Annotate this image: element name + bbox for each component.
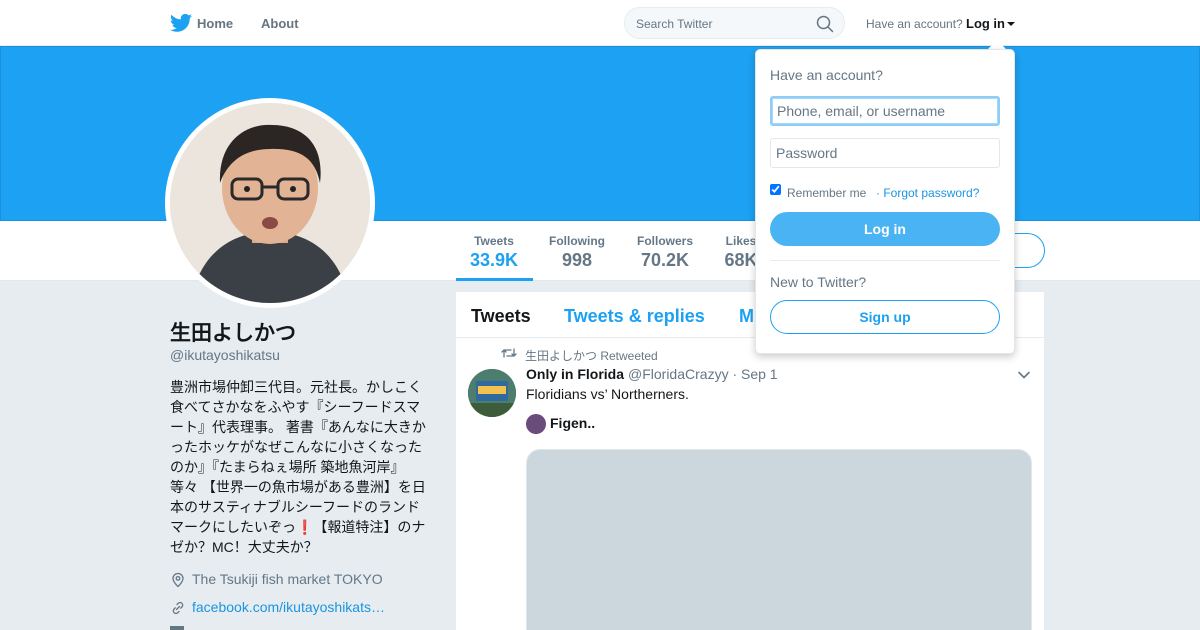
stat-label: Likes <box>725 234 757 248</box>
search-box <box>624 7 845 39</box>
profile-avatar[interactable] <box>165 98 375 308</box>
stat-value: 998 <box>561 250 593 270</box>
location-text: The Tsukiji fish market TOKYO <box>192 571 383 587</box>
login-toggle-link[interactable]: Log in <box>966 16 1005 31</box>
stat-followers[interactable]: Followers 70.2K <box>636 234 694 271</box>
stat-value: 33.9K <box>470 250 519 270</box>
stat-label: Followers <box>636 234 693 248</box>
tweet-author-avatar[interactable] <box>468 369 516 417</box>
username-field[interactable] <box>770 96 1000 126</box>
nav-about-link[interactable]: About <box>261 16 299 31</box>
tab-media[interactable]: M <box>739 306 754 327</box>
profile-name: 生田よしかつ <box>170 322 296 345</box>
location-pin-icon <box>172 572 184 588</box>
profile-location: The Tsukiji fish market TOKYO <box>170 571 430 589</box>
search-icon[interactable] <box>816 15 834 33</box>
caret-down-icon[interactable] <box>1007 22 1015 26</box>
link-icon <box>172 601 184 615</box>
remember-me-label[interactable]: Remember me <box>787 186 866 200</box>
tweet-media[interactable] <box>526 449 1032 630</box>
stat-following[interactable]: Following 998 <box>548 234 606 271</box>
quoted-user-name[interactable]: Figen.. <box>550 415 595 431</box>
search-input[interactable] <box>636 15 811 32</box>
nav-home-link[interactable]: Home <box>197 16 233 31</box>
active-tab-underline <box>456 278 533 281</box>
stat-value: 68K <box>724 250 758 270</box>
avatar-photo <box>170 103 370 303</box>
dropdown-title: Have an account? <box>770 67 883 83</box>
stat-value: 70.2K <box>640 250 690 270</box>
have-account-text: Have an account? <box>866 17 963 31</box>
retweet-context[interactable]: 生田よしかつ Retweeted <box>525 347 658 364</box>
calendar-icon <box>170 626 184 630</box>
login-dropdown: Have an account? Remember me · Forgot pa… <box>755 49 1015 354</box>
top-navigation-bar: Home About Have an account? Log in <box>0 0 1200 46</box>
tweet-text: Floridians vs’ Northerners. <box>526 386 689 402</box>
profile-handle[interactable]: @ikutayoshikatsu <box>170 347 280 363</box>
website-link[interactable]: facebook.com/ikutayoshikats… <box>192 599 385 615</box>
tab-tweets[interactable]: Tweets <box>471 306 531 327</box>
signup-button[interactable]: Sign up <box>770 300 1000 334</box>
profile-bio: 豊洲市場仲卸三代目。元社長。かしこく食べてさかなをふやす『シーフードスマート』代… <box>170 379 426 555</box>
stat-label: Tweets <box>474 234 514 248</box>
stat-tweets[interactable]: Tweets 33.9K <box>470 234 518 271</box>
forgot-password-link[interactable]: · Forgot password? <box>876 186 979 200</box>
twitter-bird-icon[interactable] <box>170 13 192 33</box>
login-button[interactable]: Log in <box>770 212 1000 246</box>
retweet-icon <box>501 348 517 358</box>
quoted-user-avatar[interactable] <box>526 414 546 434</box>
dropdown-divider <box>770 260 1000 261</box>
tab-tweets-replies[interactable]: Tweets & replies <box>564 306 705 327</box>
tweet-author-name[interactable]: Only in Florida <box>526 366 624 382</box>
stat-likes[interactable]: Likes 68K <box>724 234 758 271</box>
chevron-down-icon[interactable] <box>1017 368 1031 382</box>
tweet-author-handle-date[interactable]: @FloridaCrazyy · Sep 1 <box>628 366 778 382</box>
stat-label: Following <box>549 234 605 248</box>
remember-me-checkbox[interactable] <box>770 184 781 195</box>
new-to-twitter-text: New to Twitter? <box>770 274 867 290</box>
profile-website[interactable]: facebook.com/ikutayoshikats… <box>170 599 430 617</box>
password-field[interactable] <box>770 138 1000 168</box>
